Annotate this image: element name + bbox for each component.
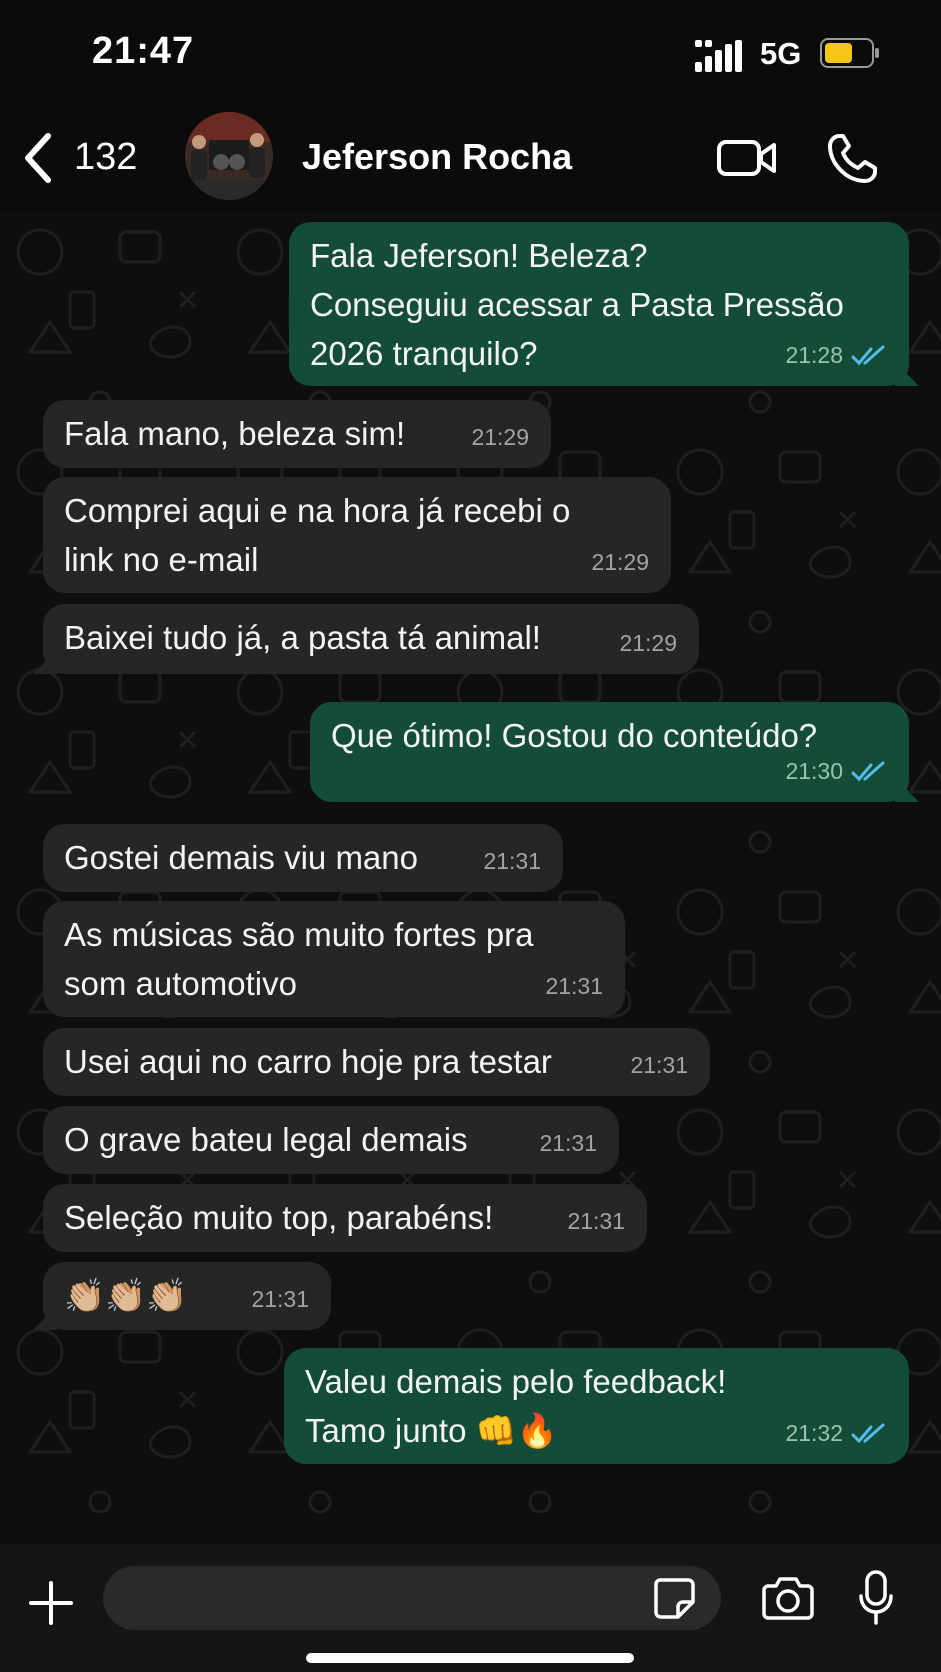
message-meta: 21:29: [591, 538, 649, 587]
message-meta: 21:31: [567, 1197, 625, 1246]
message-text: As músicas são muito fortes pra som auto…: [64, 916, 534, 1002]
message-text: Usei aqui no carro hoje pra testar: [64, 1043, 552, 1080]
message-time: 21:31: [630, 1052, 688, 1078]
message-meta: 21:30: [785, 747, 887, 796]
message-bubble-incoming[interactable]: Gostei demais viu mano 21:31: [43, 824, 563, 892]
microphone-icon[interactable]: [858, 1570, 894, 1626]
message-text: Comprei aqui e na hora já recebi o link …: [64, 492, 571, 578]
message-bubble-outgoing[interactable]: Que ótimo! Gostou do conteúdo? 21:30: [310, 702, 919, 802]
message-time: 21:29: [471, 424, 529, 450]
message-bubble-incoming[interactable]: Seleção muito top, parabéns! 21:31: [43, 1184, 647, 1252]
composer-bar: [0, 1544, 941, 1672]
message-text: Baixei tudo já, a pasta tá animal!: [64, 619, 541, 656]
network-type: 5G: [760, 36, 802, 71]
message-meta: 21:32: [785, 1409, 887, 1458]
message-meta: 21:29: [471, 413, 529, 462]
chat-header: 132 Jeferson Rocha: [0, 112, 941, 212]
plus-icon[interactable]: [28, 1580, 74, 1626]
status-time: 21:47: [92, 30, 195, 72]
message-bubble-incoming[interactable]: Comprei aqui e na hora já recebi o link …: [43, 477, 671, 593]
message-text: Seleção muito top, parabéns!: [64, 1199, 494, 1236]
home-indicator: [306, 1653, 634, 1663]
read-receipt-icon: [851, 761, 885, 781]
unread-count[interactable]: 132: [74, 136, 137, 179]
contact-name[interactable]: Jeferson Rocha: [302, 136, 572, 178]
message-text: 👏🏼👏🏼👏🏼: [64, 1276, 188, 1315]
phone-icon[interactable]: [825, 130, 881, 186]
message-time: 21:29: [591, 549, 649, 575]
message-bubble-outgoing[interactable]: Fala Jeferson! Beleza? Conseguiu acessar…: [289, 222, 919, 386]
message-time: 21:31: [539, 1130, 597, 1156]
message-meta: 21:31: [539, 1119, 597, 1168]
message-meta: 21:28: [785, 331, 887, 380]
battery-icon: [820, 38, 879, 68]
status-bar: 21:47 5G: [0, 0, 941, 112]
message-bubble-incoming[interactable]: 👏🏼👏🏼👏🏼 21:31: [33, 1262, 331, 1330]
read-receipt-icon: [851, 345, 885, 365]
message-bubble-outgoing[interactable]: Valeu demais pelo feedback! Tamo junto 👊…: [284, 1348, 909, 1464]
message-bubble-incoming[interactable]: As músicas são muito fortes pra som auto…: [43, 901, 625, 1017]
avatar[interactable]: [185, 112, 273, 200]
message-meta: 21:31: [483, 837, 541, 886]
message-bubble-incoming[interactable]: Baixei tudo já, a pasta tá animal! 21:29: [33, 604, 699, 674]
message-text: Que ótimo! Gostou do conteúdo?: [331, 717, 818, 754]
video-call-icon[interactable]: [716, 134, 778, 182]
message-text: Fala Jeferson! Beleza? Conseguiu acessar…: [310, 237, 844, 372]
read-receipt-icon: [851, 1423, 885, 1443]
message-time: 21:31: [251, 1286, 309, 1312]
bubble-tail: [895, 362, 919, 386]
back-chevron-icon[interactable]: [20, 132, 56, 184]
message-text: Valeu demais pelo feedback! Tamo junto 👊…: [305, 1363, 727, 1449]
message-bubble-incoming[interactable]: O grave bateu legal demais 21:31: [43, 1106, 619, 1174]
message-text: O grave bateu legal demais: [64, 1121, 468, 1158]
message-meta: 21:31: [630, 1041, 688, 1090]
message-time: 21:29: [619, 630, 677, 656]
message-time: 21:31: [545, 973, 603, 999]
message-time: 21:28: [785, 342, 843, 368]
message-text: Fala mano, beleza sim!: [64, 415, 406, 452]
message-time: 21:31: [483, 848, 541, 874]
message-time: 21:31: [567, 1208, 625, 1234]
message-meta: 21:29: [619, 619, 677, 668]
message-bubble-incoming[interactable]: Usei aqui no carro hoje pra testar 21:31: [43, 1028, 710, 1096]
message-text: Gostei demais viu mano: [64, 839, 418, 876]
message-time: 21:30: [785, 758, 843, 784]
message-meta: 21:31: [545, 962, 603, 1011]
chat-area[interactable]: Fala Jeferson! Beleza? Conseguiu acessar…: [0, 212, 941, 1544]
camera-icon[interactable]: [762, 1574, 814, 1620]
message-input[interactable]: [103, 1566, 721, 1630]
signal-icon: [695, 40, 742, 72]
message-bubble-incoming[interactable]: Fala mano, beleza sim! 21:29: [43, 400, 551, 468]
bubble-tail: [33, 650, 57, 674]
message-time: 21:32: [785, 1420, 843, 1446]
sticker-icon[interactable]: [652, 1576, 696, 1620]
bubble-tail: [33, 1306, 57, 1330]
bubble-tail: [895, 778, 919, 802]
message-meta: 21:31: [251, 1275, 309, 1324]
